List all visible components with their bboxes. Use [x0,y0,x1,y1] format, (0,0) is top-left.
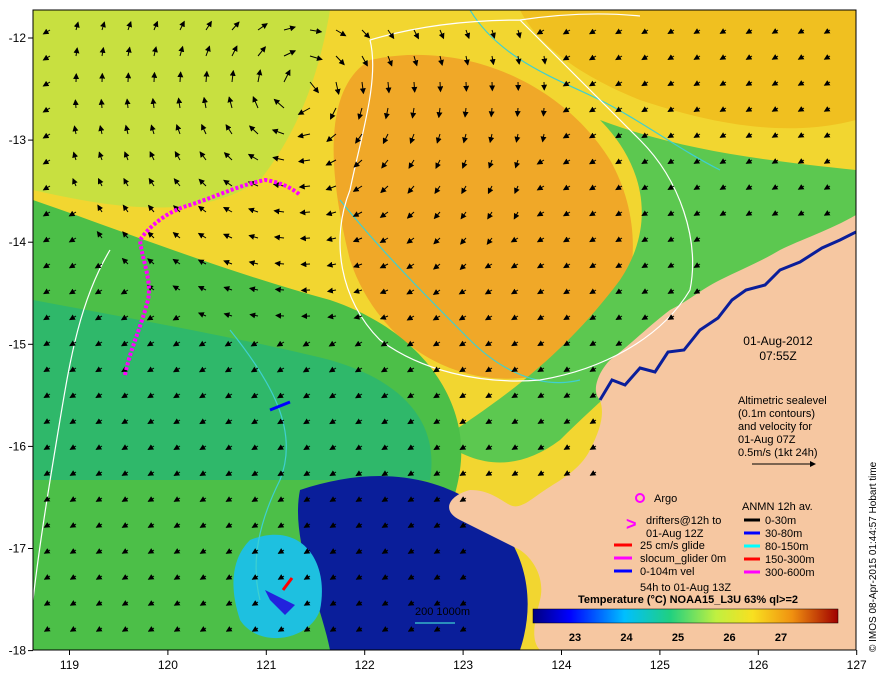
lat-tick-label: -12 [9,31,27,45]
velocity-arrow [437,81,444,93]
argo-label: Argo [654,493,677,505]
velocity-arrow [177,71,184,83]
lon-tick-label: 121 [256,658,276,672]
altimetry-line-4: 01-Aug 07Z [738,434,796,446]
colorbar-tick-label: 27 [775,632,787,644]
velocity-arrow [514,107,521,118]
anmn-legend-label: 80-150m [765,541,808,553]
velocity-arrow [540,107,547,117]
velocity-arrow [151,71,158,83]
lat-tick-label: -17 [9,542,27,556]
anmn-legend-label: 30-80m [765,528,802,540]
anmn-legend-label: 150-300m [765,554,815,566]
lat-tick-label: -13 [9,133,27,147]
velocity-arrow [72,99,79,109]
colorbar [532,608,839,624]
altimetry-line-2: (0.1m contours) [738,408,815,420]
credit-text: © IMOS 08-Apr-2015 01:44:57 Hobart time [868,461,879,652]
colorbar-tick-label: 26 [723,632,735,644]
longitude-axis: 119 120 121 122 123 124 125 126 127 [60,650,867,672]
velocity-arrow [274,286,285,293]
velocity-arrow [299,235,311,242]
velocity-arrow [411,81,418,93]
altimetry-line-3: and velocity for [738,421,812,433]
glider-legend-label: 0-104m vel [640,566,694,578]
lon-tick-label: 122 [355,658,375,672]
colorbar-tick-label: 25 [672,632,684,644]
velocity-arrow [275,312,285,319]
altimetry-line-1: Altimetric sealevel [738,395,827,407]
time-label: 07:55Z [759,349,796,363]
lon-tick-label: 127 [847,658,867,672]
drifters-line-1: drifters@12h to [646,515,721,527]
colorbar-tick-label: 23 [569,632,581,644]
drifters-line-2: 01-Aug 12Z [646,528,704,540]
date-label: 01-Aug-2012 [743,334,813,348]
lat-tick-label: -16 [9,439,27,453]
altimetry-line-5: 0.5m/s (1kt 24h) [738,447,817,459]
isobath-legend-label: 200 1000m [415,606,470,618]
latitude-axis: -12 -13 -14 -15 -16 -17 -18 [9,31,33,658]
lat-tick-label: -14 [9,235,27,249]
lon-tick-label: 120 [158,658,178,672]
lon-tick-label: 124 [551,658,571,672]
glider-legend-label: slocum_glider 0m [640,553,726,565]
lat-tick-label: -18 [9,644,27,658]
glider-period: 54h to 01-Aug 13Z [640,582,731,594]
lat-tick-label: -15 [9,337,27,351]
glider-legend-label: 25 cm/s glide [640,540,705,552]
anmn-legend-label: 300-600m [765,567,815,579]
colorbar-tick-label: 24 [620,632,633,644]
ocean-temperature-map: 01-Aug-2012 07:55Z Altimetric sealevel (… [9,9,879,672]
colorbar-title: Temperature (°C) NOAA15_L3U 63% ql>=2 [578,594,798,606]
drifter-symbol: > [626,514,637,534]
lon-tick-label: 126 [748,658,768,672]
lon-tick-label: 119 [60,658,79,672]
anmn-title: ANMN 12h av. [742,501,813,513]
lon-tick-label: 125 [650,658,670,672]
anmn-legend-label: 0-30m [765,515,796,527]
lon-tick-label: 123 [453,658,473,672]
